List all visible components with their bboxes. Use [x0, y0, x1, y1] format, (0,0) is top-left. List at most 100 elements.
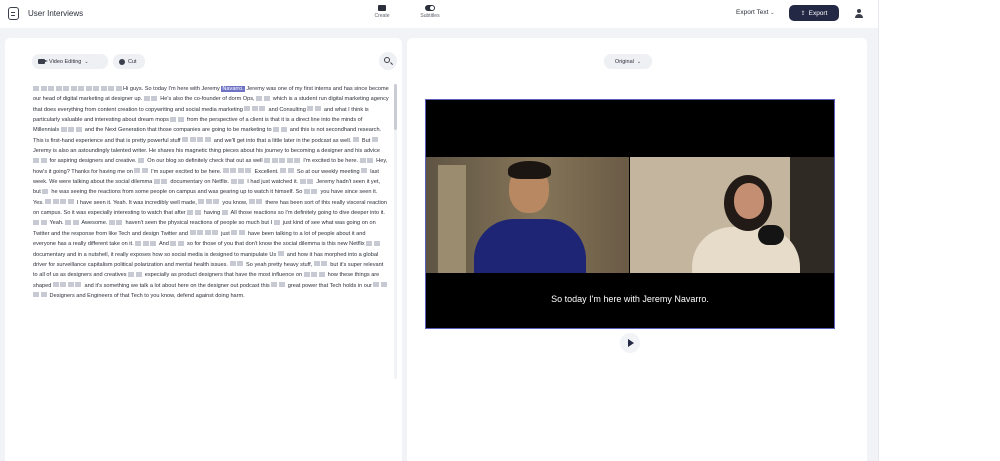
transcript-segment[interactable]: I had just watched it. — [246, 179, 300, 185]
transcript-segment[interactable]: Excellent. — [253, 169, 280, 175]
removed-word-block[interactable] — [244, 106, 251, 112]
removed-word-block[interactable] — [251, 106, 258, 112]
removed-word-block[interactable] — [303, 188, 310, 194]
removed-word-block[interactable] — [182, 137, 189, 143]
removed-word-block[interactable] — [75, 126, 82, 132]
removed-word-block[interactable] — [67, 282, 74, 288]
removed-word-block[interactable] — [85, 85, 92, 91]
removed-word-block[interactable] — [366, 240, 373, 246]
transcript-segment[interactable]: just — [220, 231, 232, 237]
removed-word-block[interactable] — [373, 282, 380, 288]
transcript-segment[interactable]: documentary and in a nutshell, it really… — [33, 252, 278, 258]
removed-word-block[interactable] — [60, 126, 67, 132]
removed-word-block[interactable] — [55, 85, 62, 91]
removed-word-block[interactable] — [307, 106, 314, 112]
transcript-segment[interactable]: Jeremy is also an astoundingly talented … — [33, 148, 380, 154]
transcript-segment[interactable]: having — [202, 210, 222, 216]
removed-word-block[interactable] — [277, 251, 284, 256]
transcript-scrollbar-thumb[interactable] — [394, 84, 397, 130]
removed-word-block[interactable] — [264, 157, 271, 163]
removed-word-block[interactable] — [70, 85, 77, 91]
highlighted-word[interactable]: Navarro. — [221, 86, 245, 92]
user-avatar-icon[interactable] — [854, 9, 863, 18]
transcript-segment[interactable]: So yeah pretty heavy stuff, — [245, 262, 314, 268]
transcript-segment[interactable]: documentary on Netflix. — [169, 179, 231, 185]
transcript-segment[interactable]: Designers and Engineers of that Tech to … — [48, 293, 245, 299]
document-title[interactable]: User Interviews — [28, 9, 83, 18]
removed-word-block[interactable] — [142, 240, 149, 246]
search-button[interactable] — [379, 52, 397, 70]
transcript-segment[interactable]: So at our weekly meeting — [295, 169, 361, 175]
removed-word-block[interactable] — [279, 157, 286, 163]
transcript-segment[interactable]: Awesome. — [80, 220, 109, 226]
removed-word-block[interactable] — [177, 240, 184, 246]
removed-word-block[interactable] — [245, 168, 252, 174]
removed-word-block[interactable] — [359, 157, 366, 163]
transcript-segment[interactable]: I'm excited to be here. — [302, 158, 360, 164]
removed-word-block[interactable] — [280, 126, 287, 132]
removed-word-block[interactable] — [40, 292, 47, 298]
removed-word-block[interactable] — [151, 95, 158, 101]
transcript-segment[interactable]: and Consulting — [267, 107, 307, 113]
removed-word-block[interactable] — [170, 240, 177, 246]
removed-word-block[interactable] — [313, 261, 320, 267]
removed-word-block[interactable] — [116, 219, 123, 225]
removed-word-block[interactable] — [194, 209, 201, 215]
removed-word-block[interactable] — [197, 230, 204, 236]
removed-word-block[interactable] — [205, 199, 212, 205]
transcript-segment[interactable]: and we'll get into that a little later i… — [212, 138, 353, 144]
removed-word-block[interactable] — [263, 95, 270, 101]
transcript-segment[interactable]: and it's something we talk a lot about h… — [83, 283, 271, 289]
removed-word-block[interactable] — [314, 106, 321, 112]
removed-word-block[interactable] — [60, 282, 67, 288]
removed-word-block[interactable] — [380, 282, 387, 288]
removed-word-block[interactable] — [170, 116, 177, 122]
removed-word-block[interactable] — [231, 230, 238, 236]
removed-word-block[interactable] — [93, 85, 99, 91]
transcript-segment[interactable]: you know, — [221, 200, 249, 206]
removed-word-block[interactable] — [197, 137, 204, 143]
removed-word-block[interactable] — [33, 157, 39, 163]
removed-word-block[interactable] — [153, 178, 160, 184]
removed-word-block[interactable] — [33, 219, 39, 225]
app-logo-icon[interactable] — [8, 7, 19, 20]
transcript-segment[interactable]: I'm super excited to be here. — [149, 169, 223, 175]
removed-word-block[interactable] — [238, 230, 245, 236]
removed-word-block[interactable] — [143, 95, 150, 101]
play-button[interactable] — [620, 333, 640, 353]
transcript-segment[interactable]: All those reactions so I'm definitely go… — [229, 210, 385, 216]
transcript-segment[interactable]: he was seeing the reactions from some pe… — [50, 189, 304, 195]
transcript-segment[interactable]: I have seen it. Yeah. It was incredibly … — [75, 200, 198, 206]
removed-word-block[interactable] — [238, 178, 245, 184]
removed-word-block[interactable] — [75, 282, 82, 288]
removed-word-block[interactable] — [40, 85, 47, 91]
editing-mode-dropdown[interactable]: Video Editing ⌄ — [32, 54, 108, 69]
removed-word-block[interactable] — [311, 271, 318, 277]
removed-word-block[interactable] — [108, 219, 115, 225]
removed-word-block[interactable] — [259, 106, 266, 112]
removed-word-block[interactable] — [256, 199, 263, 205]
removed-word-block[interactable] — [280, 168, 287, 174]
removed-word-block[interactable] — [222, 168, 229, 174]
removed-word-block[interactable] — [373, 240, 380, 246]
removed-word-block[interactable] — [134, 168, 141, 174]
removed-word-block[interactable] — [177, 116, 184, 122]
transcript-segment[interactable]: On our blog so definitely check that out… — [146, 158, 264, 164]
removed-word-block[interactable] — [221, 209, 228, 215]
removed-word-block[interactable] — [60, 199, 67, 205]
removed-word-block[interactable] — [299, 178, 306, 184]
removed-word-block[interactable] — [287, 168, 294, 174]
removed-word-block[interactable] — [213, 199, 220, 205]
removed-word-block[interactable] — [198, 199, 205, 205]
mode-subtitles-tab[interactable]: Subtitles — [408, 4, 452, 26]
transcript-segment[interactable]: But — [360, 138, 372, 144]
cut-button[interactable]: Cut — [113, 54, 145, 69]
removed-word-block[interactable] — [294, 157, 301, 163]
transcript-segment[interactable]: great power that Tech holds in our — [286, 283, 373, 289]
removed-word-block[interactable] — [42, 188, 49, 194]
removed-word-block[interactable] — [189, 230, 196, 236]
removed-word-block[interactable] — [321, 261, 328, 267]
removed-word-block[interactable] — [115, 85, 122, 91]
removed-word-block[interactable] — [68, 126, 75, 132]
removed-word-block[interactable] — [52, 199, 59, 205]
